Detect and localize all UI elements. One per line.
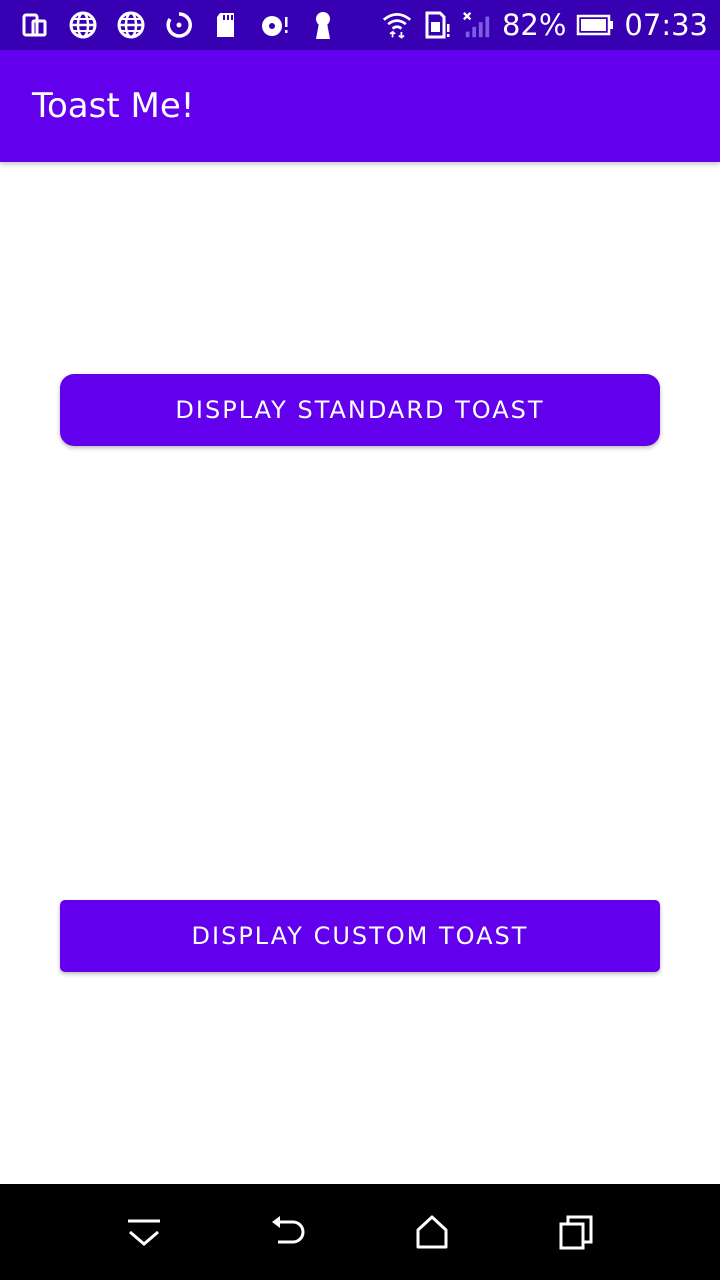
battery-percent: 82%	[501, 8, 567, 42]
globe-icon	[68, 10, 98, 40]
sync-icon	[164, 10, 194, 40]
status-bar: 82% 07:33	[0, 0, 720, 50]
back-icon[interactable]	[268, 1212, 308, 1252]
screen-share-icon	[20, 10, 50, 40]
disc-alert-icon	[260, 10, 290, 40]
app-bar: Toast Me!	[0, 50, 720, 162]
globe-icon	[116, 10, 146, 40]
navigation-bar	[0, 1184, 720, 1280]
display-custom-toast-button[interactable]: DISPLAY CUSTOM TOAST	[60, 900, 660, 972]
battery-icon	[576, 10, 614, 40]
notification-icons	[0, 10, 338, 40]
signal-icon	[462, 10, 492, 40]
collapse-icon[interactable]	[124, 1212, 164, 1252]
display-standard-toast-button[interactable]: DISPLAY STANDARD TOAST	[60, 374, 660, 446]
clock: 07:33	[624, 8, 708, 42]
app-title: Toast Me!	[32, 86, 195, 126]
system-indicators: 82% 07:33	[382, 8, 720, 42]
home-icon[interactable]	[412, 1212, 452, 1252]
wifi-icon	[382, 10, 412, 40]
sim-alert-icon	[422, 10, 452, 40]
sd-card-icon	[212, 10, 242, 40]
recents-icon[interactable]	[556, 1212, 596, 1252]
keyhole-icon	[308, 10, 338, 40]
